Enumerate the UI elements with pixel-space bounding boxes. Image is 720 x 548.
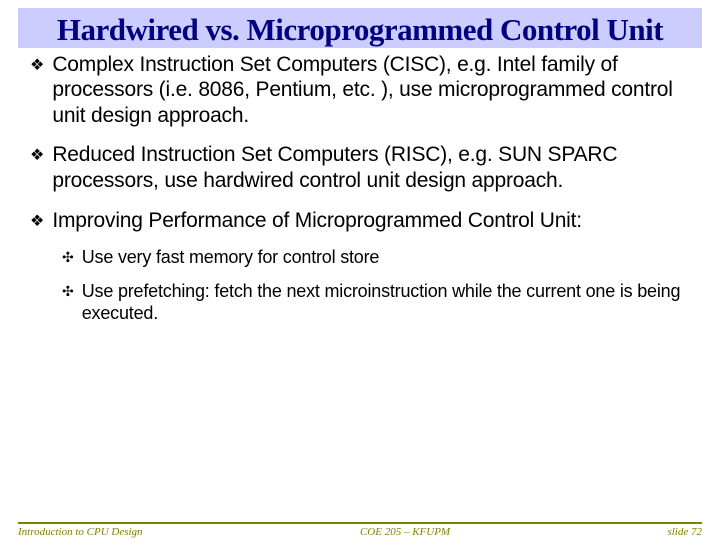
bullet-item: ❖ Complex Instruction Set Computers (CIS… <box>30 52 690 129</box>
sub-list: ✣ Use very fast memory for control store… <box>30 247 690 325</box>
footer-left: Introduction to CPU Design <box>18 526 143 538</box>
footer-divider <box>18 522 702 524</box>
bullet-item: ❖ Improving Performance of Microprogramm… <box>30 208 690 234</box>
bullet-text: Improving Performance of Microprogrammed… <box>52 208 582 234</box>
diamond-bullet-icon: ❖ <box>30 211 44 231</box>
maltese-bullet-icon: ✣ <box>62 283 74 300</box>
sub-item: ✣ Use very fast memory for control store <box>62 247 690 269</box>
sub-item: ✣ Use prefetching: fetch the next microi… <box>62 281 690 325</box>
footer-center: COE 205 – KFUPM <box>360 526 450 538</box>
sub-text: Use prefetching: fetch the next microins… <box>82 281 690 325</box>
title-bar: Hardwired vs. Microprogrammed Control Un… <box>18 8 702 48</box>
maltese-bullet-icon: ✣ <box>62 249 74 266</box>
bullet-item: ❖ Reduced Instruction Set Computers (RIS… <box>30 142 690 193</box>
diamond-bullet-icon: ❖ <box>30 145 44 165</box>
footer: Introduction to CPU Design COE 205 – KFU… <box>0 522 720 538</box>
footer-right: slide 72 <box>667 526 702 538</box>
footer-row: Introduction to CPU Design COE 205 – KFU… <box>18 526 702 538</box>
content-area: ❖ Complex Instruction Set Computers (CIS… <box>0 48 720 326</box>
sub-text: Use very fast memory for control store <box>82 247 380 269</box>
bullet-text: Complex Instruction Set Computers (CISC)… <box>52 52 690 129</box>
diamond-bullet-icon: ❖ <box>30 55 44 75</box>
bullet-text: Reduced Instruction Set Computers (RISC)… <box>52 142 690 193</box>
slide-title: Hardwired vs. Microprogrammed Control Un… <box>18 12 702 48</box>
